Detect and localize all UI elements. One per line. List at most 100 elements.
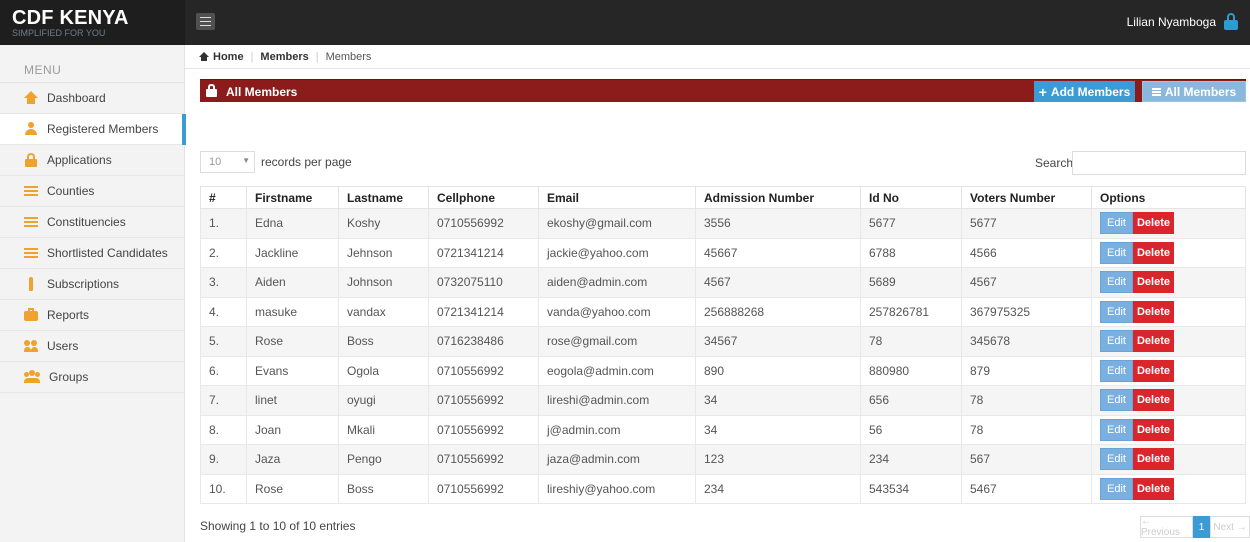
delete-button[interactable]: Delete	[1133, 271, 1174, 294]
id-no-cell: 880980	[860, 355, 962, 386]
sidebar-item-label: Reports	[47, 308, 90, 322]
lock-icon	[206, 84, 217, 97]
sidebar-item-reports[interactable]: Reports	[0, 300, 184, 331]
search-label: Search:	[1035, 156, 1077, 170]
sidebar-item-dashboard[interactable]: Dashboard	[0, 83, 184, 114]
voters-number-cell: 5677	[961, 208, 1092, 239]
voters-number-cell: 78	[961, 414, 1092, 445]
sidebar-item-constituencies[interactable]: Constituencies	[0, 207, 184, 238]
sidebar-item-groups[interactable]: Groups	[0, 362, 184, 393]
lastname-cell: oyugi	[338, 385, 429, 416]
cellphone-cell: 0710556992	[428, 385, 539, 416]
id-no-cell: 56	[860, 414, 962, 445]
column-header-voters-number[interactable]: Voters Number	[961, 186, 1092, 209]
row-number: 8.	[200, 414, 247, 445]
sidebar-item-subscriptions[interactable]: Subscriptions	[0, 269, 184, 300]
records-per-page-select[interactable]: 10 ▼	[200, 151, 255, 173]
voters-number-cell: 4566	[961, 237, 1092, 268]
column-header-firstname[interactable]: Firstname	[246, 186, 339, 209]
list-icon	[1151, 87, 1161, 96]
options-cell: Edit Delete	[1091, 326, 1246, 357]
breadcrumb-separator: |	[250, 51, 254, 63]
delete-button[interactable]: Delete	[1133, 300, 1174, 323]
list-icon	[24, 246, 38, 260]
column-header-id-no[interactable]: Id No	[860, 186, 962, 209]
email-cell: jackie@yahoo.com	[538, 237, 696, 268]
admission-number-cell: 256888268	[695, 296, 861, 327]
row-number: 7.	[200, 385, 247, 416]
column-header-number[interactable]: #	[200, 186, 247, 209]
breadcrumb-home[interactable]: Home	[199, 51, 244, 63]
edit-button[interactable]: Edit	[1100, 300, 1133, 323]
delete-button[interactable]: Delete	[1133, 477, 1174, 500]
row-number: 5.	[200, 326, 247, 357]
edit-button[interactable]: Edit	[1100, 389, 1133, 412]
email-cell: lireshiy@yahoo.com	[538, 473, 696, 504]
delete-button[interactable]: Delete	[1133, 330, 1174, 353]
records-per-page-label: records per page	[261, 155, 352, 169]
list-icon	[24, 215, 38, 229]
panel-header: All Members + Add Members All Members	[200, 79, 1246, 102]
group-icon	[24, 370, 40, 384]
voters-number-cell: 367975325	[961, 296, 1092, 327]
column-header-email[interactable]: Email	[538, 186, 696, 209]
sidebar-item-registered-members[interactable]: Registered Members	[0, 114, 186, 145]
brand-logo[interactable]: CDF KENYA SIMPLIFIED FOR YOU	[0, 0, 185, 45]
row-number: 3.	[200, 267, 247, 298]
edit-button[interactable]: Edit	[1100, 212, 1133, 235]
column-header-lastname[interactable]: Lastname	[338, 186, 429, 209]
delete-button[interactable]: Delete	[1133, 241, 1174, 264]
edit-button[interactable]: Edit	[1100, 477, 1133, 500]
delete-button[interactable]: Delete	[1133, 389, 1174, 412]
edit-button[interactable]: Edit	[1100, 359, 1133, 382]
edit-button[interactable]: Edit	[1100, 330, 1133, 353]
sidebar-item-label: Subscriptions	[47, 277, 120, 291]
sidebar-item-users[interactable]: Users	[0, 331, 184, 362]
table-row: 9. Jaza Pengo 0710556992 jaza@admin.com 123 23…	[200, 444, 1246, 475]
delete-button[interactable]: Delete	[1133, 418, 1174, 441]
home-icon	[199, 52, 209, 62]
lock-icon[interactable]	[1224, 13, 1238, 30]
delete-button[interactable]: Delete	[1133, 212, 1174, 235]
search-input[interactable]	[1072, 151, 1246, 175]
user-menu[interactable]: Lilian Nyamboga	[1127, 13, 1238, 30]
all-members-button[interactable]: All Members	[1142, 81, 1246, 102]
edit-button[interactable]: Edit	[1100, 418, 1133, 441]
delete-button[interactable]: Delete	[1133, 359, 1174, 382]
options-cell: Edit Delete	[1091, 473, 1246, 504]
user-name: Lilian Nyamboga	[1126, 14, 1216, 29]
voters-number-cell: 5467	[961, 473, 1092, 504]
menu-toggle-icon[interactable]	[196, 13, 215, 30]
column-header-admission-number[interactable]: Admission Number	[695, 186, 861, 209]
firstname-cell: Aiden	[246, 267, 339, 298]
breadcrumb-section[interactable]: Members	[260, 51, 308, 63]
sidebar-item-counties[interactable]: Counties	[0, 176, 184, 207]
firstname-cell: Edna	[246, 208, 339, 239]
sidebar-item-shortlisted-candidates[interactable]: Shortlisted Candidates	[0, 238, 184, 269]
firstname-cell: Joan	[246, 414, 339, 445]
edit-button[interactable]: Edit	[1100, 448, 1133, 471]
column-header-cellphone[interactable]: Cellphone	[428, 186, 539, 209]
voters-number-cell: 78	[961, 385, 1092, 416]
users-icon	[24, 339, 38, 353]
brand-subtitle: SIMPLIFIED FOR YOU	[12, 28, 106, 38]
table-row: 10. Rose Boss 0710556992 lireshiy@yahoo.com 2…	[200, 473, 1246, 504]
edit-button[interactable]: Edit	[1100, 241, 1133, 264]
lastname-cell: Koshy	[338, 208, 429, 239]
firstname-cell: Rose	[246, 326, 339, 357]
table-info: Showing 1 to 10 of 10 entries	[200, 519, 356, 533]
next-page-button[interactable]: Next →	[1210, 516, 1250, 538]
options-cell: Edit Delete	[1091, 414, 1246, 445]
lastname-cell: Jehnson	[338, 237, 429, 268]
add-members-button[interactable]: + Add Members	[1034, 81, 1135, 102]
id-no-cell: 656	[860, 385, 962, 416]
table-row: 2. Jackline Jehnson 0721341214 jackie@yahoo.…	[200, 237, 1246, 268]
lock-icon	[24, 153, 38, 167]
sidebar-item-applications[interactable]: Applications	[0, 145, 184, 176]
firstname-cell: Jackline	[246, 237, 339, 268]
user-icon	[24, 122, 38, 136]
page-1-button[interactable]: 1	[1193, 516, 1210, 538]
delete-button[interactable]: Delete	[1133, 448, 1174, 471]
edit-button[interactable]: Edit	[1100, 271, 1133, 294]
previous-page-button[interactable]: ← Previous	[1140, 516, 1193, 538]
